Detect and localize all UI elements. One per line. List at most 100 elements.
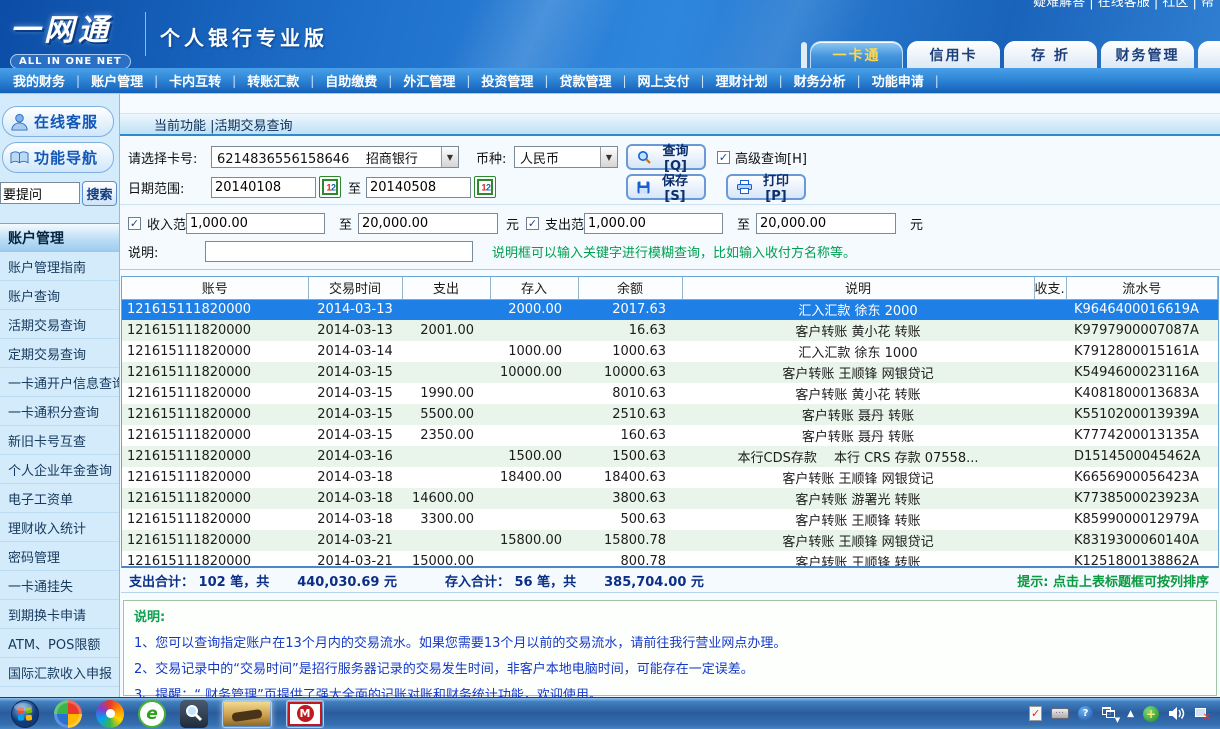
transaction-row[interactable]: 1216151118200002014-03-132000.002017.63汇… — [122, 299, 1218, 320]
expense-from-input[interactable] — [584, 213, 723, 234]
transaction-row[interactable]: 1216151118200002014-03-132001.0016.63客户转… — [122, 320, 1218, 341]
tab-一卡通[interactable]: 一卡通 — [810, 41, 903, 68]
menu-item[interactable]: 外汇管理 — [392, 71, 466, 90]
menu-item[interactable]: 功能申请 — [861, 71, 935, 90]
date-to-input[interactable] — [366, 177, 471, 198]
save-button[interactable]: 保存[S] — [626, 174, 706, 200]
notepad-tray-icon[interactable]: ✓ — [1029, 706, 1042, 721]
menu-item[interactable]: 财务分析 — [783, 71, 857, 90]
sidebar-item[interactable]: 活期交易查询 — [0, 310, 119, 339]
start-button[interactable] — [10, 699, 40, 729]
cell-deposit: 1000.00 — [490, 341, 578, 362]
tab-partial[interactable] — [1198, 41, 1220, 68]
menu-item[interactable]: 转账汇款 — [236, 71, 310, 90]
expense-to-input[interactable] — [756, 213, 896, 234]
sidebar-item[interactable]: 密码管理 — [0, 542, 119, 571]
menu-item[interactable]: 我的财务 — [2, 71, 76, 90]
date-from-input[interactable] — [211, 177, 316, 198]
sidebar-item[interactable]: 个人企业年金查询 — [0, 455, 119, 484]
transaction-row[interactable]: 1216151118200002014-03-2115800.0015800.7… — [122, 530, 1218, 551]
cell-deposit: 15800.00 — [490, 530, 578, 551]
green-e-browser-icon[interactable]: e — [138, 700, 166, 728]
calendar-from-button[interactable]: 12 — [319, 176, 341, 198]
query-button[interactable]: 查询[Q] — [626, 144, 706, 170]
rainbow-swirl-app-icon[interactable] — [96, 700, 124, 728]
search-button[interactable]: 搜索 — [82, 181, 117, 206]
sidebar-item[interactable]: 一卡通积分查询 — [0, 397, 119, 426]
menu-item[interactable]: 卡内互转 — [158, 71, 232, 90]
sidebar-item[interactable]: 账户管理指南 — [0, 252, 119, 281]
menu-item[interactable]: 网上支付 — [627, 71, 701, 90]
print-button[interactable]: 打印[P] — [726, 174, 806, 200]
search-tool-app-icon[interactable] — [180, 700, 208, 728]
sidebar-item[interactable]: 一卡通挂失 — [0, 571, 119, 600]
transaction-row[interactable]: 1216151118200002014-03-183300.00500.63客户… — [122, 509, 1218, 530]
transaction-row[interactable]: 1216151118200002014-03-151990.008010.63客… — [122, 383, 1218, 404]
transaction-row[interactable]: 1216151118200002014-03-1510000.0010000.6… — [122, 362, 1218, 383]
menu-item[interactable]: 贷款管理 — [548, 71, 622, 90]
m-glyph: M — [300, 707, 311, 720]
menu-item[interactable]: 投资管理 — [470, 71, 544, 90]
transaction-row[interactable]: 1216151118200002014-03-2115000.00800.78客… — [122, 551, 1218, 568]
sidebar-item[interactable]: 国际汇款收入申报 — [0, 658, 119, 687]
volume-tray-icon[interactable] — [1168, 706, 1185, 721]
income-from-input[interactable] — [186, 213, 325, 234]
advanced-query-checkbox[interactable]: ✓ — [717, 151, 730, 164]
income-to-input[interactable] — [358, 213, 498, 234]
sidebar-item[interactable]: 理财收入统计 — [0, 513, 119, 542]
transaction-row[interactable]: 1216151118200002014-03-161500.001500.63本… — [122, 446, 1218, 467]
app-banner: 疑难解答 | 在线客服 | 社区 | 帮 一网通 ALL IN ONE NET … — [0, 0, 1220, 68]
sidebar-item[interactable]: ATM、POS限额 — [0, 629, 119, 658]
currency-select[interactable]: 人民币 ▼ — [514, 146, 618, 168]
network-status-tray-icon[interactable]: ✕ — [1194, 707, 1210, 721]
card-select[interactable]: 6214836556158646 招商银行 ▼ — [211, 146, 459, 168]
sidebar-item[interactable]: 一卡通开户信息查询 — [0, 368, 119, 397]
column-header-time[interactable]: 交易时间 — [308, 277, 402, 299]
tab-信用卡[interactable]: 信用卡 — [907, 41, 1000, 68]
column-header-deposit[interactable]: 存入 — [490, 277, 578, 299]
cell-expense — [402, 299, 490, 320]
transaction-row[interactable]: 1216151118200002014-03-152350.00160.63客户… — [122, 425, 1218, 446]
help-tray-icon[interactable]: ? — [1078, 706, 1093, 721]
cell-expense: 2350.00 — [402, 425, 490, 446]
menu-item[interactable]: 自助缴费 — [314, 71, 388, 90]
online-service-button[interactable]: 在线客服 — [2, 106, 114, 137]
pinwheel-app-icon[interactable] — [54, 700, 82, 728]
sidebar-menu-header[interactable]: 账户管理 — [0, 223, 119, 252]
sidebar-item[interactable]: 电子工资单 — [0, 484, 119, 513]
sidebar-item[interactable]: 到期换卡申请 — [0, 600, 119, 629]
top-help-links[interactable]: 疑难解答 | 在线客服 | 社区 | 帮 — [1033, 0, 1214, 10]
expense-range-checkbox[interactable]: ✓ — [526, 217, 539, 230]
bank-app-taskbar-button[interactable] — [222, 700, 272, 728]
question-search-input[interactable] — [0, 182, 80, 204]
column-header-description[interactable]: 说明 — [682, 277, 1034, 299]
antivirus-tray-icon[interactable]: + — [1143, 706, 1159, 722]
sidebar-item[interactable]: 定期交易查询 — [0, 339, 119, 368]
cell-time: 2014-03-15 — [308, 362, 402, 383]
sidebar-item[interactable]: 新旧卡号互查 — [0, 426, 119, 455]
function-nav-button[interactable]: 功能导航 — [2, 142, 114, 173]
sidebar-item[interactable]: 账户查询 — [0, 281, 119, 310]
transaction-row[interactable]: 1216151118200002014-03-1818400.0018400.6… — [122, 467, 1218, 488]
menu-item[interactable]: 账户管理 — [80, 71, 154, 90]
window-restore-tray-icon[interactable]: ▼ — [1102, 707, 1118, 721]
income-range-checkbox[interactable]: ✓ — [128, 217, 141, 230]
column-header-expense[interactable]: 支出 — [402, 277, 490, 299]
show-hidden-icons-button[interactable]: ▲ — [1127, 709, 1134, 719]
column-header-serial[interactable]: 流水号 — [1066, 277, 1218, 299]
tab-存 折[interactable]: 存 折 — [1004, 41, 1097, 68]
keyboard-tray-icon[interactable]: ··· — [1051, 708, 1069, 719]
column-header-account[interactable]: 账号 — [122, 277, 308, 299]
tab-财务管理[interactable]: 财务管理 — [1101, 41, 1194, 68]
cell-time: 2014-03-13 — [308, 320, 402, 341]
transaction-row[interactable]: 1216151118200002014-03-141000.001000.63汇… — [122, 341, 1218, 362]
column-header-direction[interactable]: 收支... — [1034, 277, 1066, 299]
currency-label: 币种: — [476, 148, 506, 167]
transaction-row[interactable]: 1216151118200002014-03-1814600.003800.63… — [122, 488, 1218, 509]
cmb-app-taskbar-button[interactable]: M — [286, 700, 324, 728]
menu-item[interactable]: 理财计划 — [705, 71, 779, 90]
description-input[interactable] — [205, 241, 473, 262]
transaction-row[interactable]: 1216151118200002014-03-155500.002510.63客… — [122, 404, 1218, 425]
column-header-balance[interactable]: 余额 — [578, 277, 682, 299]
calendar-to-button[interactable]: 12 — [474, 176, 496, 198]
